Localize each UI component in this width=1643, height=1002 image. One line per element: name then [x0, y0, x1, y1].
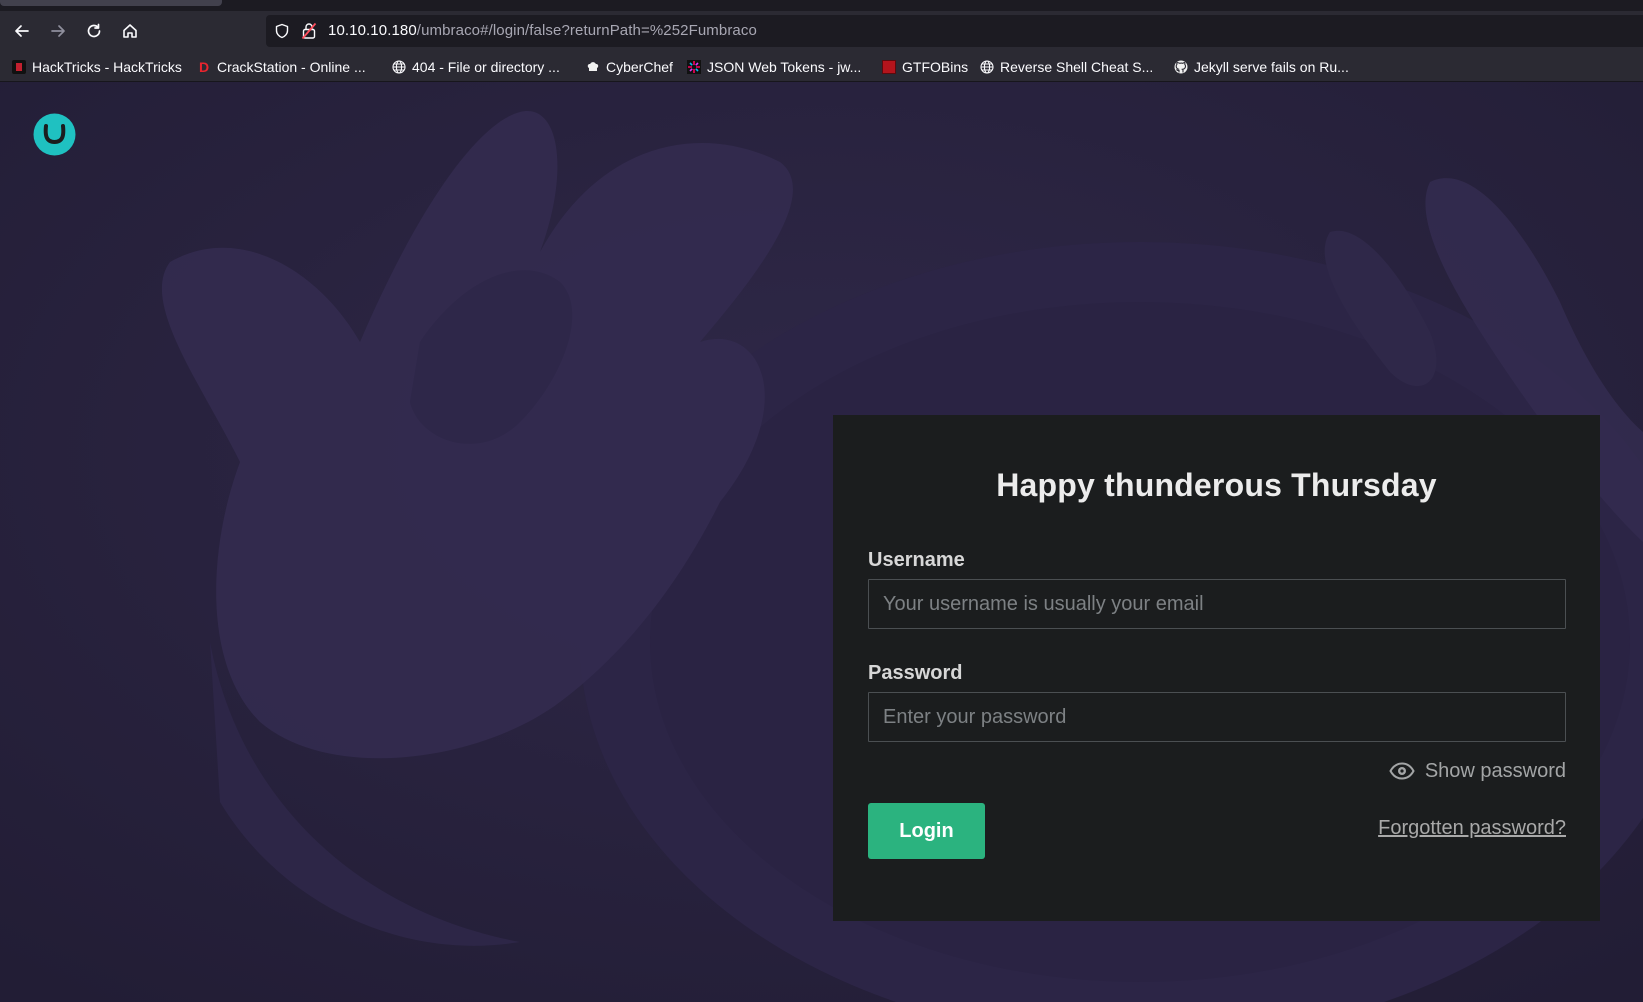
bookmark-label: CrackStation - Online ...	[217, 59, 366, 75]
globe-icon	[392, 60, 406, 74]
bookmarks-toolbar: HackTricks - HackTricks D CrackStation -…	[0, 51, 1643, 82]
gtfobins-icon	[882, 60, 896, 74]
forgotten-password-link[interactable]: Forgotten password?	[1378, 817, 1566, 840]
cyberchef-icon	[587, 62, 599, 71]
bookmark-reverse-shell[interactable]: Reverse Shell Cheat S...	[980, 57, 1153, 77]
login-button[interactable]: Login	[868, 803, 985, 859]
show-password-label: Show password	[1424, 759, 1566, 782]
back-arrow-icon	[15, 25, 29, 37]
url-host: 10.10.10.180	[328, 22, 417, 39]
show-password-toggle[interactable]: Show password	[1389, 757, 1566, 785]
url-text[interactable]: 10.10.10.180/umbraco#/login/false?return…	[328, 22, 757, 39]
bookmark-jwt[interactable]: JSON Web Tokens - jw...	[687, 57, 861, 77]
bookmark-label: JSON Web Tokens - jw...	[707, 59, 862, 75]
globe-icon	[980, 60, 994, 74]
username-label: Username	[868, 549, 965, 571]
shield-icon	[275, 23, 289, 39]
forward-arrow-icon	[51, 25, 65, 37]
url-bar[interactable]: 10.10.10.180/umbraco#/login/false?return…	[266, 15, 1643, 47]
bookmark-hacktricks[interactable]: HackTricks - HackTricks	[12, 57, 182, 77]
tab-strip	[0, 0, 1643, 11]
bookmark-label: HackTricks - HackTricks	[32, 59, 182, 75]
home-icon	[123, 24, 137, 38]
navigation-toolbar: 10.10.10.180/umbraco#/login/false?return…	[0, 11, 1643, 51]
username-input[interactable]	[868, 579, 1566, 629]
bookmark-jekyll[interactable]: Jekyll serve fails on Ru...	[1174, 57, 1349, 77]
bookmark-label: Jekyll serve fails on Ru...	[1194, 59, 1349, 75]
jwt-icon	[687, 60, 701, 74]
umbraco-logo-icon[interactable]	[33, 113, 76, 156]
reload-button[interactable]	[80, 17, 108, 45]
eye-icon	[1389, 762, 1415, 780]
bookmark-label: CyberChef	[606, 59, 673, 75]
back-button[interactable]	[8, 17, 36, 45]
bookmark-gtfobins[interactable]: GTFOBins	[882, 57, 968, 77]
crackstation-icon: D	[198, 59, 210, 75]
bookmark-label: Reverse Shell Cheat S...	[1000, 59, 1154, 75]
forward-button[interactable]	[44, 17, 72, 45]
bookmark-label: 404 - File or directory ...	[412, 59, 560, 75]
login-page: Happy thunderous Thursday Username Passw…	[0, 82, 1643, 1002]
github-icon	[1174, 60, 1188, 74]
bookmark-cyberchef[interactable]: CyberChef	[586, 57, 673, 77]
bookmark-label: GTFOBins	[902, 59, 969, 75]
hacktricks-icon	[12, 60, 26, 74]
login-panel: Happy thunderous Thursday Username Passw…	[833, 415, 1600, 921]
password-label: Password	[868, 662, 963, 684]
url-path: /umbraco#/login/false?returnPath=%252Fum…	[416, 22, 757, 39]
bookmark-crackstation[interactable]: D CrackStation - Online ...	[197, 57, 366, 77]
password-input[interactable]	[868, 692, 1566, 742]
greeting-heading: Happy thunderous Thursday	[996, 467, 1437, 503]
bookmark-404[interactable]: 404 - File or directory ...	[392, 57, 560, 77]
active-tab[interactable]	[0, 0, 222, 6]
insecure-lock-icon[interactable]	[301, 22, 317, 40]
home-button[interactable]	[116, 17, 144, 45]
reload-icon	[87, 23, 101, 38]
